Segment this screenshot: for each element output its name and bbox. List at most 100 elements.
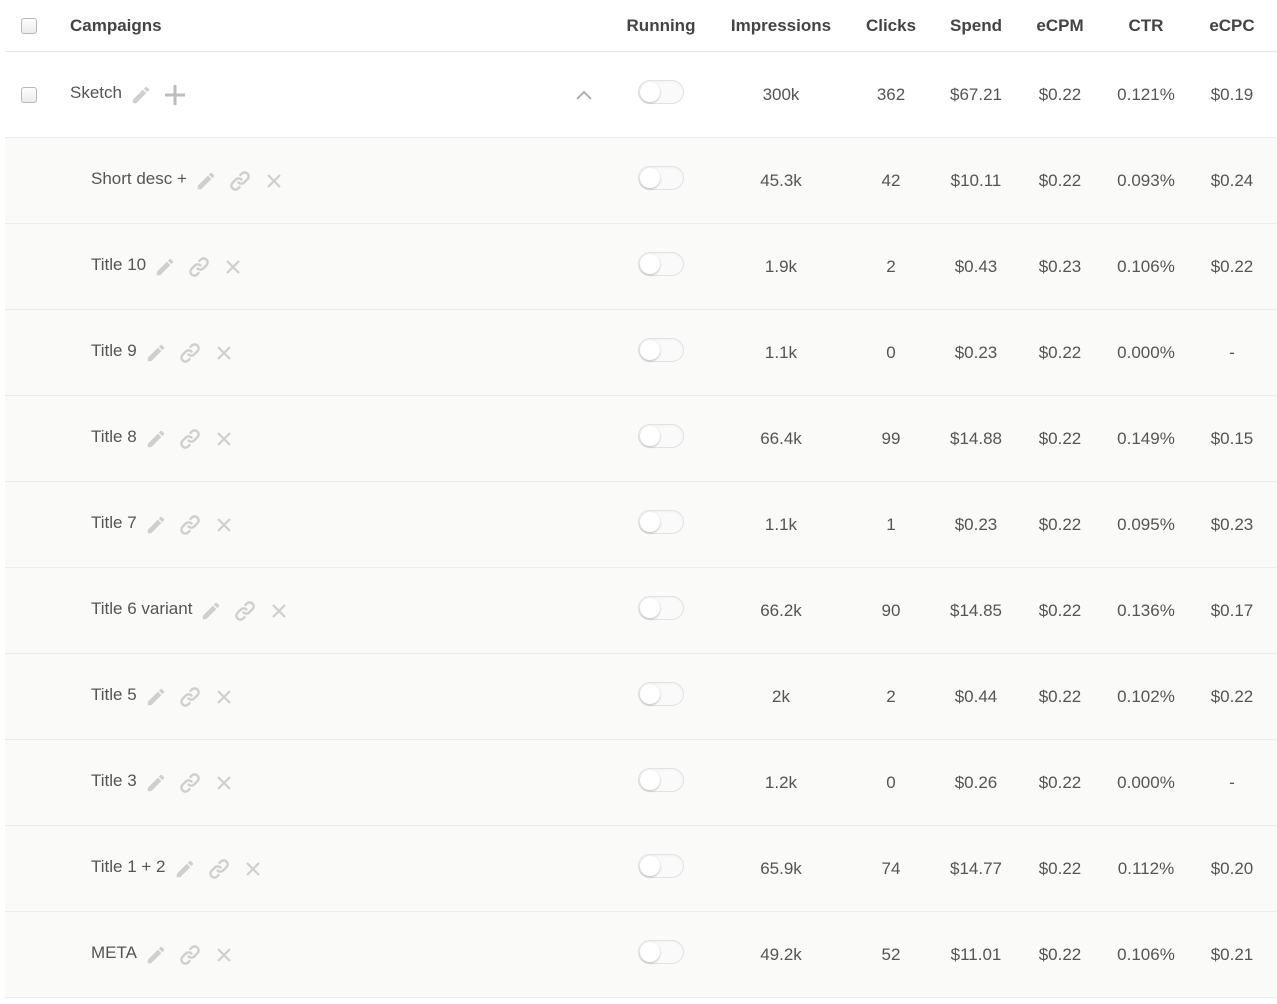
header-ecpm[interactable]: eCPM xyxy=(1023,0,1097,51)
ecpm-value: $0.22 xyxy=(1038,170,1082,190)
campaign-name[interactable]: Sketch xyxy=(70,83,122,103)
close-icon[interactable] xyxy=(211,770,237,796)
spend-value: $67.21 xyxy=(950,84,1002,104)
pencil-icon[interactable] xyxy=(143,340,169,366)
pencil-icon[interactable] xyxy=(152,254,178,280)
ad-row[interactable]: Title 3 1.2k 0 $0.26 $0.22 0.000% - xyxy=(5,740,1277,826)
ad-row[interactable]: Title 9 1.1k 0 $0.23 $0.22 0.000% - xyxy=(5,310,1277,396)
ad-name-cell: Title 7 xyxy=(91,482,651,567)
pencil-icon[interactable] xyxy=(143,942,169,968)
ad-name[interactable]: Title 7 xyxy=(91,513,137,533)
ecpm-value: $0.22 xyxy=(1038,600,1082,620)
close-icon[interactable] xyxy=(261,168,287,194)
ecpc-value: $0.23 xyxy=(1210,514,1254,534)
running-toggle[interactable] xyxy=(638,337,684,362)
header-spend[interactable]: Spend xyxy=(941,0,1011,51)
chevron-up-icon[interactable] xyxy=(575,52,593,137)
link-icon[interactable] xyxy=(177,770,203,796)
pencil-icon[interactable] xyxy=(172,856,198,882)
campaign-row[interactable]: Sketch 300k 362 $67.21 $0.22 0.121% $0.1… xyxy=(5,52,1277,138)
link-icon[interactable] xyxy=(227,168,253,194)
ad-row[interactable]: Title 5 2k 2 $0.44 $0.22 0.102% $0.22 xyxy=(5,654,1277,740)
ad-name[interactable]: Title 8 xyxy=(91,427,137,447)
close-icon[interactable] xyxy=(211,942,237,968)
spend-value: $0.43 xyxy=(954,256,998,276)
header-running[interactable]: Running xyxy=(616,0,706,51)
ecpm-value: $0.22 xyxy=(1038,944,1082,964)
running-toggle[interactable] xyxy=(638,165,684,190)
campaign-checkbox-cell xyxy=(18,52,40,137)
running-toggle[interactable] xyxy=(638,853,684,878)
header-ctr[interactable]: CTR xyxy=(1106,0,1186,51)
close-icon[interactable] xyxy=(211,426,237,452)
select-all-checkbox[interactable] xyxy=(21,17,37,34)
ad-name[interactable]: Title 6 variant xyxy=(91,599,192,619)
ad-row[interactable]: Title 7 1.1k 1 $0.23 $0.22 0.095% $0.23 xyxy=(5,482,1277,568)
ad-name-cell: Short desc + xyxy=(91,138,651,223)
running-toggle[interactable] xyxy=(638,509,684,534)
link-icon[interactable] xyxy=(177,684,203,710)
impressions-value: 300k xyxy=(762,84,800,104)
running-toggle[interactable] xyxy=(638,423,684,448)
running-toggle[interactable] xyxy=(638,939,684,964)
close-icon[interactable] xyxy=(266,598,292,624)
pencil-icon[interactable] xyxy=(143,426,169,452)
pencil-icon[interactable] xyxy=(193,168,219,194)
pencil-icon[interactable] xyxy=(143,770,169,796)
ad-row[interactable]: Title 10 1.9k 2 $0.43 $0.23 0.106% $0.22 xyxy=(5,224,1277,310)
ad-name[interactable]: META xyxy=(91,943,137,963)
ad-row[interactable]: META 49.2k 52 $11.01 $0.22 0.106% $0.21 xyxy=(5,912,1277,998)
header-impressions[interactable]: Impressions xyxy=(721,0,841,51)
ecpm-value: $0.22 xyxy=(1038,772,1082,792)
pencil-icon[interactable] xyxy=(128,82,154,108)
close-icon[interactable] xyxy=(240,856,266,882)
clicks-value: 2 xyxy=(886,256,896,276)
impressions-value: 65.9k xyxy=(760,858,802,878)
running-toggle[interactable] xyxy=(638,767,684,792)
pencil-icon[interactable] xyxy=(198,598,224,624)
header-ecpc[interactable]: eCPC xyxy=(1197,0,1267,51)
ctr-value: 0.106% xyxy=(1117,944,1175,964)
impressions-value: 1.1k xyxy=(764,342,798,362)
impressions-value: 66.2k xyxy=(760,600,802,620)
close-icon[interactable] xyxy=(211,512,237,538)
pencil-icon[interactable] xyxy=(143,684,169,710)
ecpc-value: $0.21 xyxy=(1210,944,1254,964)
close-icon[interactable] xyxy=(220,254,246,280)
close-icon[interactable] xyxy=(211,340,237,366)
spend-value: $0.44 xyxy=(954,686,998,706)
ad-row[interactable]: Title 1 + 2 65.9k 74 $14.77 $0.22 0.112%… xyxy=(5,826,1277,912)
pencil-icon[interactable] xyxy=(143,512,169,538)
link-icon[interactable] xyxy=(177,340,203,366)
plus-icon[interactable] xyxy=(162,82,188,108)
close-icon[interactable] xyxy=(211,684,237,710)
ad-row[interactable]: Short desc + 45.3k 42 $10.11 $0.22 0.093… xyxy=(5,138,1277,224)
link-icon[interactable] xyxy=(177,512,203,538)
ad-row[interactable]: Title 8 66.4k 99 $14.88 $0.22 0.149% $0.… xyxy=(5,396,1277,482)
ctr-value: 0.000% xyxy=(1117,772,1175,792)
ad-name[interactable]: Title 10 xyxy=(91,255,146,275)
ad-name[interactable]: Title 9 xyxy=(91,341,137,361)
ctr-value: 0.121% xyxy=(1117,84,1175,104)
running-toggle[interactable] xyxy=(638,681,684,706)
link-icon[interactable] xyxy=(177,942,203,968)
link-icon[interactable] xyxy=(177,426,203,452)
ad-name[interactable]: Title 3 xyxy=(91,771,137,791)
running-toggle[interactable] xyxy=(638,595,684,620)
header-campaigns[interactable]: Campaigns xyxy=(70,0,630,51)
ad-name[interactable]: Title 5 xyxy=(91,685,137,705)
table-header: Campaigns Running Impressions Clicks Spe… xyxy=(5,0,1277,52)
ad-row[interactable]: Title 6 variant 66.2k 90 $14.85 $0.22 0.… xyxy=(5,568,1277,654)
running-toggle[interactable] xyxy=(638,251,684,276)
campaign-checkbox[interactable] xyxy=(21,86,37,103)
ctr-value: 0.112% xyxy=(1117,858,1175,878)
link-icon[interactable] xyxy=(232,598,258,624)
ctr-value: 0.000% xyxy=(1117,342,1175,362)
running-toggle[interactable] xyxy=(638,79,684,104)
header-clicks[interactable]: Clicks xyxy=(856,0,926,51)
ad-name[interactable]: Short desc + xyxy=(91,169,187,189)
link-icon[interactable] xyxy=(186,254,212,280)
ecpm-value: $0.23 xyxy=(1038,256,1082,276)
ad-name[interactable]: Title 1 + 2 xyxy=(91,857,166,877)
link-icon[interactable] xyxy=(206,856,232,882)
